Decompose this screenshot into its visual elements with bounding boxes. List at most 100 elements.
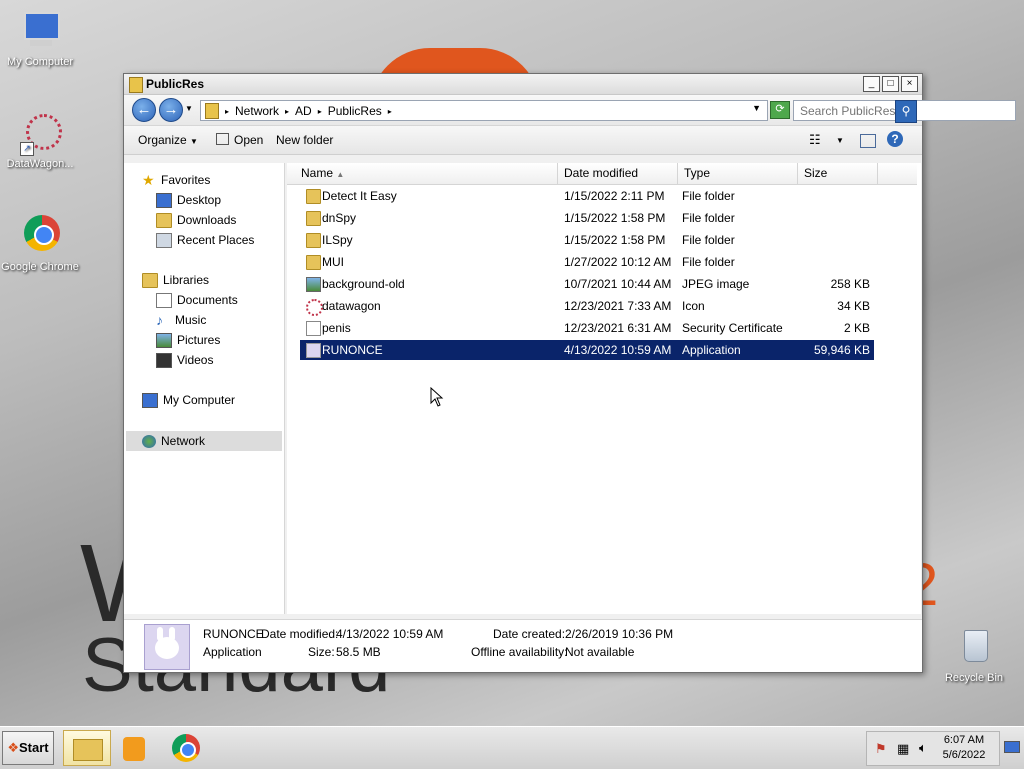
sort-ascending-icon: ▲ [336,170,345,179]
breadcrumb-ad[interactable]: AD [295,104,312,118]
help-icon[interactable]: ? [887,131,903,147]
open-button[interactable]: Open [216,133,263,147]
file-date: 10/7/2021 10:44 AM [564,277,672,291]
action-center-flag-icon[interactable]: ⚑ [875,741,887,757]
file-name: ILSpy [322,233,353,247]
file-type: File folder [682,211,735,225]
nav-label: Music [175,313,207,327]
search-icon[interactable]: ⚲ [895,100,917,123]
desktop-icon-datawagon[interactable]: ↗ DataWagon... [0,112,80,170]
desktop-icon-google-chrome[interactable]: Google Chrome [0,215,80,273]
back-button[interactable]: ← [132,98,156,122]
recent-pages-chevron-icon[interactable]: ▼ [185,104,193,113]
clock-date[interactable]: 5/6/2022 [934,749,994,761]
details-offline-label: Offline availability: [471,645,568,659]
organize-button[interactable]: Organize ▼ [138,133,198,147]
nav-favorites[interactable]: ★ Favorites [142,171,210,189]
view-chevron-down-icon[interactable]: ▼ [836,136,844,145]
datawagon-icon: ↗ [18,112,62,156]
details-filename: RUNONCE [203,627,264,641]
file-row[interactable]: background-old 10/7/2021 10:44 AM JPEG ima… [300,274,874,294]
preview-pane-icon[interactable] [860,134,876,148]
star-icon: ★ [142,171,155,188]
application-file-icon [306,343,321,358]
column-name[interactable]: Name ▲ [287,163,558,184]
videos-icon [156,352,172,368]
file-row[interactable]: ILSpy 1/15/2022 1:58 PM File folder [300,230,874,250]
details-modified-value: 4/13/2022 10:59 AM [336,627,444,641]
computer-icon [142,392,158,408]
chevron-right-icon[interactable]: ▸ [318,107,322,116]
column-type[interactable]: Type [678,163,798,184]
minimize-button[interactable]: _ [863,76,880,92]
chevron-right-icon[interactable]: ▸ [388,107,392,116]
navigation-pane: ★ Favorites Desktop Downloads Recent Plac… [124,163,285,614]
nav-label: Recent Places [177,233,255,247]
nav-label: Favorites [161,173,211,187]
nav-documents[interactable]: Documents [156,291,238,309]
window-title: PublicRes [146,77,205,91]
file-date: 1/15/2022 2:11 PM [564,189,665,203]
chevron-right-icon[interactable]: ▸ [285,107,289,116]
new-folder-button[interactable]: New folder [276,133,333,147]
nav-libraries[interactable]: Libraries [142,271,209,289]
file-list: Name ▲ Date modified Type Size Detect It… [287,163,921,614]
pictures-icon [156,332,172,348]
volume-icon[interactable]: 🔈︎ [919,740,927,756]
nav-label: Downloads [177,213,237,227]
file-date: 1/27/2022 10:12 AM [564,255,672,269]
breadcrumb-publicres[interactable]: PublicRes [328,104,382,118]
file-type: Icon [682,299,705,313]
show-desktop-icon[interactable] [1004,741,1020,753]
file-row[interactable]: datawagon 12/23/2021 7:33 AM Icon 34 KB [300,296,874,316]
nav-my-computer[interactable]: My Computer [142,391,235,409]
forward-button[interactable]: → [159,98,183,122]
address-bar[interactable]: ▸ Network ▸ AD ▸ PublicRes ▸ ▼ [200,100,768,121]
file-name: RUNONCE [322,343,383,357]
file-row[interactable]: penis 12/23/2021 6:31 AM Security Certific… [300,318,874,338]
column-size[interactable]: Size [798,163,878,184]
breadcrumb-network[interactable]: Network [235,104,279,118]
nav-videos[interactable]: Videos [156,351,213,369]
details-size-value: 58.5 MB [336,645,381,659]
nav-music[interactable]: ♪ Music [156,311,206,329]
close-button[interactable]: × [901,76,918,92]
refresh-button[interactable]: ⟳ [770,101,790,119]
window-titlebar[interactable]: PublicRes _ □ × [124,74,922,95]
desktop-icon-recycle-bin[interactable]: Recycle Bin [934,626,1014,684]
chevron-right-icon[interactable]: ▸ [225,107,229,116]
column-date-modified[interactable]: Date modified [558,163,678,184]
file-row[interactable]: MUI 1/27/2022 10:12 AM File folder [300,252,874,272]
taskbar-media-player[interactable] [112,730,160,766]
nav-downloads[interactable]: Downloads [156,211,236,229]
clock-time[interactable]: 6:07 AM [934,734,994,746]
explorer-window: PublicRes _ □ × ← → ▼ ▸ Network ▸ AD ▸ P… [123,73,1016,673]
nav-recent-places[interactable]: Recent Places [156,231,254,249]
file-date: 1/15/2022 1:58 PM [564,233,666,247]
file-name: penis [322,321,351,335]
column-label: Name [301,166,334,180]
taskbar-chrome[interactable] [163,730,211,766]
maximize-button[interactable]: □ [882,76,899,92]
desktop-icon-label: DataWagon... [6,158,74,170]
chevron-down-icon: ▼ [190,137,198,146]
network-status-icon[interactable]: ▦ [897,741,909,757]
file-size: 258 KB [830,277,870,291]
desktop-icon-label: Google Chrome [1,261,79,273]
desktop-icon-my-computer[interactable]: My Computer [0,10,80,68]
file-type: Security Certificate [682,321,783,335]
start-button[interactable]: ❖Start [2,731,54,765]
file-row[interactable]: RUNONCE 4/13/2022 10:59 AM Application 59,9… [300,340,874,360]
address-dropdown-icon[interactable]: ▼ [752,103,761,113]
nav-network[interactable]: Network [142,432,205,450]
nav-desktop[interactable]: Desktop [156,191,221,209]
open-label: Open [234,133,264,147]
file-name: background-old [322,277,405,291]
nav-pictures[interactable]: Pictures [156,331,220,349]
file-row[interactable]: Detect It Easy 1/15/2022 2:11 PM File fold… [300,186,874,206]
file-row[interactable]: dnSpy 1/15/2022 1:58 PM File folder [300,208,874,228]
command-bar: Organize ▼ Open New folder ☷ ▼ ? [124,126,922,155]
taskbar-explorer[interactable] [63,730,111,766]
application-icon [144,624,190,670]
view-options-icon[interactable]: ☷ [809,132,821,148]
